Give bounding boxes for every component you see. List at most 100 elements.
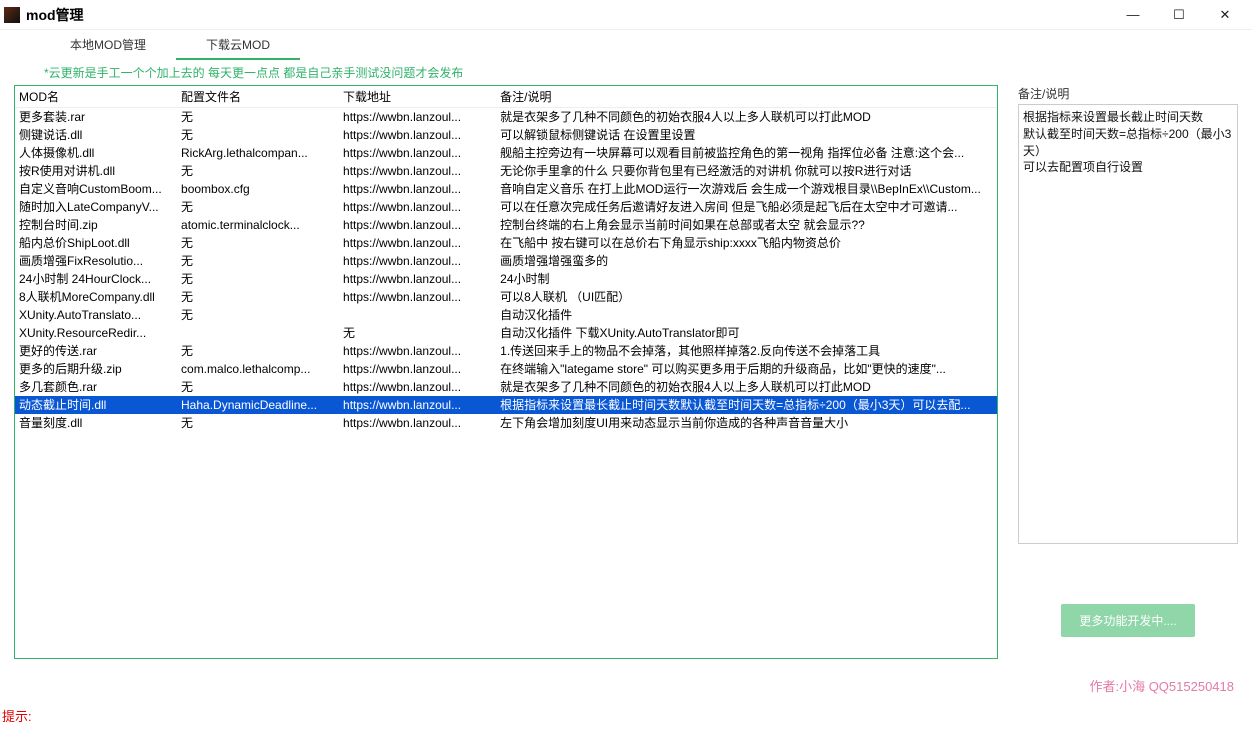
cell-url: https://wwbn.lanzoul... (339, 414, 496, 432)
table-row[interactable]: 更多套装.rar无https://wwbn.lanzoul...就是衣架多了几种… (15, 108, 997, 127)
mod-table[interactable]: MOD名 配置文件名 下载地址 备注/说明 更多套装.rar无https://w… (15, 86, 997, 659)
table-row[interactable]: 音量刻度.dll无https://wwbn.lanzoul...左下角会增加刻度… (15, 414, 997, 432)
side-panel: 备注/说明 根据指标来设置最长截止时间天数 默认截至时间天数=总指标÷200（最… (1018, 85, 1238, 659)
cell-name: XUnity.ResourceRedir... (15, 324, 177, 342)
cell-cfg: atomic.terminalclock... (177, 216, 339, 234)
cell-cfg: 无 (177, 378, 339, 396)
cell-note: 在终端输入"lategame store" 可以购买更多用于后期的升级商品，比如… (496, 360, 997, 378)
cell-cfg: 无 (177, 198, 339, 216)
cell-name: 更多的后期升级.zip (15, 360, 177, 378)
table-row[interactable]: 自定义音响CustomBoom...boombox.cfghttps://wwb… (15, 180, 997, 198)
cell-name: 按R使用对讲机.dll (15, 162, 177, 180)
cell-name: 画质增强FixResolutio... (15, 252, 177, 270)
cell-name: 更多套装.rar (15, 108, 177, 127)
cell-name: 动态截止时间.dll (15, 396, 177, 414)
table-row[interactable]: 随时加入LateCompanyV...无https://wwbn.lanzoul… (15, 198, 997, 216)
cell-note: 自动汉化插件 下载XUnity.AutoTranslator即可 (496, 324, 997, 342)
table-row-empty (15, 592, 997, 608)
cell-cfg: 无 (177, 270, 339, 288)
table-row[interactable]: XUnity.ResourceRedir...无自动汉化插件 下载XUnity.… (15, 324, 997, 342)
col-note[interactable]: 备注/说明 (496, 86, 997, 108)
cell-name: 船内总价ShipLoot.dll (15, 234, 177, 252)
cell-note: 就是衣架多了几种不同颜色的初始衣服4人以上多人联机可以打此MOD (496, 378, 997, 396)
tip-label: 提示: (2, 706, 32, 725)
cell-note: 1.传送回来手上的物品不会掉落，其他照样掉落2.反向传送不会掉落工具 (496, 342, 997, 360)
cell-name: 控制台时间.zip (15, 216, 177, 234)
cell-cfg: 无 (177, 342, 339, 360)
window-title: mod管理 (26, 5, 84, 25)
cell-name: 自定义音响CustomBoom... (15, 180, 177, 198)
cell-url: https://wwbn.lanzoul... (339, 180, 496, 198)
table-row-empty (15, 640, 997, 656)
table-row[interactable]: 多几套颜色.rar无https://wwbn.lanzoul...就是衣架多了几… (15, 378, 997, 396)
app-icon (4, 7, 20, 23)
titlebar: mod管理 — ☐ ✕ (0, 0, 1252, 30)
table-row[interactable]: 更好的传送.rar无https://wwbn.lanzoul...1.传送回来手… (15, 342, 997, 360)
col-mod-name[interactable]: MOD名 (15, 86, 177, 108)
cell-url: https://wwbn.lanzoul... (339, 396, 496, 414)
cell-url: https://wwbn.lanzoul... (339, 360, 496, 378)
author-label: 作者:小海 QQ515250418 (1089, 676, 1234, 695)
cell-url: https://wwbn.lanzoul... (339, 270, 496, 288)
cell-cfg: 无 (177, 108, 339, 127)
table-row[interactable]: 画质增强FixResolutio...无https://wwbn.lanzoul… (15, 252, 997, 270)
cell-name: 随时加入LateCompanyV... (15, 198, 177, 216)
detail-box: 根据指标来设置最长截止时间天数 默认截至时间天数=总指标÷200（最小3天） 可… (1018, 104, 1238, 544)
table-row-empty (15, 528, 997, 544)
cell-note: 无论你手里拿的什么 只要你背包里有已经激活的对讲机 你就可以按R进行对话 (496, 162, 997, 180)
table-row[interactable]: 8人联机MoreCompany.dll无https://wwbn.lanzoul… (15, 288, 997, 306)
table-row[interactable]: XUnity.AutoTranslato...无自动汉化插件 (15, 306, 997, 324)
table-row[interactable]: 侧键说话.dll无https://wwbn.lanzoul...可以解锁鼠标侧键… (15, 126, 997, 144)
cell-name: 多几套颜色.rar (15, 378, 177, 396)
cell-url: https://wwbn.lanzoul... (339, 288, 496, 306)
table-row[interactable]: 更多的后期升级.zipcom.malco.lethalcomp...https:… (15, 360, 997, 378)
cell-url: https://wwbn.lanzoul... (339, 378, 496, 396)
table-row[interactable]: 人体摄像机.dllRickArg.lethalcompan...https://… (15, 144, 997, 162)
table-row-empty (15, 624, 997, 640)
cell-note: 音响自定义音乐 在打上此MOD运行一次游戏后 会生成一个游戏根目录\\BepIn… (496, 180, 997, 198)
cell-cfg (177, 324, 339, 342)
cell-note: 在飞船中 按右键可以在总价右下角显示ship:xxxx飞船内物资总价 (496, 234, 997, 252)
close-button[interactable]: ✕ (1202, 0, 1248, 30)
cell-url (339, 306, 496, 324)
cell-url: https://wwbn.lanzoul... (339, 198, 496, 216)
table-row-empty (15, 576, 997, 592)
table-row[interactable]: 动态截止时间.dllHaha.DynamicDeadline...https:/… (15, 396, 997, 414)
cell-name: 音量刻度.dll (15, 414, 177, 432)
table-row[interactable]: 控制台时间.zipatomic.terminalclock...https://… (15, 216, 997, 234)
cell-name: 侧键说话.dll (15, 126, 177, 144)
detail-label: 备注/说明 (1018, 85, 1238, 102)
table-row[interactable]: 按R使用对讲机.dll无https://wwbn.lanzoul...无论你手里… (15, 162, 997, 180)
cell-note: 左下角会增加刻度UI用来动态显示当前你造成的各种声音音量大小 (496, 414, 997, 432)
cell-note: 可以8人联机 （UI匹配） (496, 288, 997, 306)
more-features-button[interactable]: 更多功能开发中.... (1061, 604, 1194, 637)
col-download-url[interactable]: 下载地址 (339, 86, 496, 108)
table-row[interactable]: 24小时制 24HourClock...无https://wwbn.lanzou… (15, 270, 997, 288)
cell-cfg: boombox.cfg (177, 180, 339, 198)
minimize-button[interactable]: — (1110, 0, 1156, 30)
table-row-empty (15, 464, 997, 480)
tab-local-mod[interactable]: 本地MOD管理 (40, 30, 176, 60)
table-row[interactable]: 船内总价ShipLoot.dll无https://wwbn.lanzoul...… (15, 234, 997, 252)
cell-cfg: 无 (177, 288, 339, 306)
cell-note: 24小时制 (496, 270, 997, 288)
col-config-file[interactable]: 配置文件名 (177, 86, 339, 108)
table-row-empty (15, 608, 997, 624)
maximize-button[interactable]: ☐ (1156, 0, 1202, 30)
cell-note: 自动汉化插件 (496, 306, 997, 324)
table-row-empty (15, 512, 997, 528)
cell-url: https://wwbn.lanzoul... (339, 216, 496, 234)
table-row-empty (15, 544, 997, 560)
tab-cloud-mod[interactable]: 下载云MOD (176, 30, 300, 60)
cell-name: 24小时制 24HourClock... (15, 270, 177, 288)
cell-note: 可以在任意次完成任务后邀请好友进入房间 但是飞船必须是起飞后在太空中才可邀请..… (496, 198, 997, 216)
cell-cfg: com.malco.lethalcomp... (177, 360, 339, 378)
table-row-empty (15, 656, 997, 659)
cell-note: 可以解锁鼠标侧键说话 在设置里设置 (496, 126, 997, 144)
cell-name: XUnity.AutoTranslato... (15, 306, 177, 324)
cell-url: https://wwbn.lanzoul... (339, 126, 496, 144)
cell-url: https://wwbn.lanzoul... (339, 252, 496, 270)
window-controls: — ☐ ✕ (1110, 0, 1248, 30)
mod-table-wrapper: MOD名 配置文件名 下载地址 备注/说明 更多套装.rar无https://w… (14, 85, 998, 659)
table-row-empty (15, 560, 997, 576)
